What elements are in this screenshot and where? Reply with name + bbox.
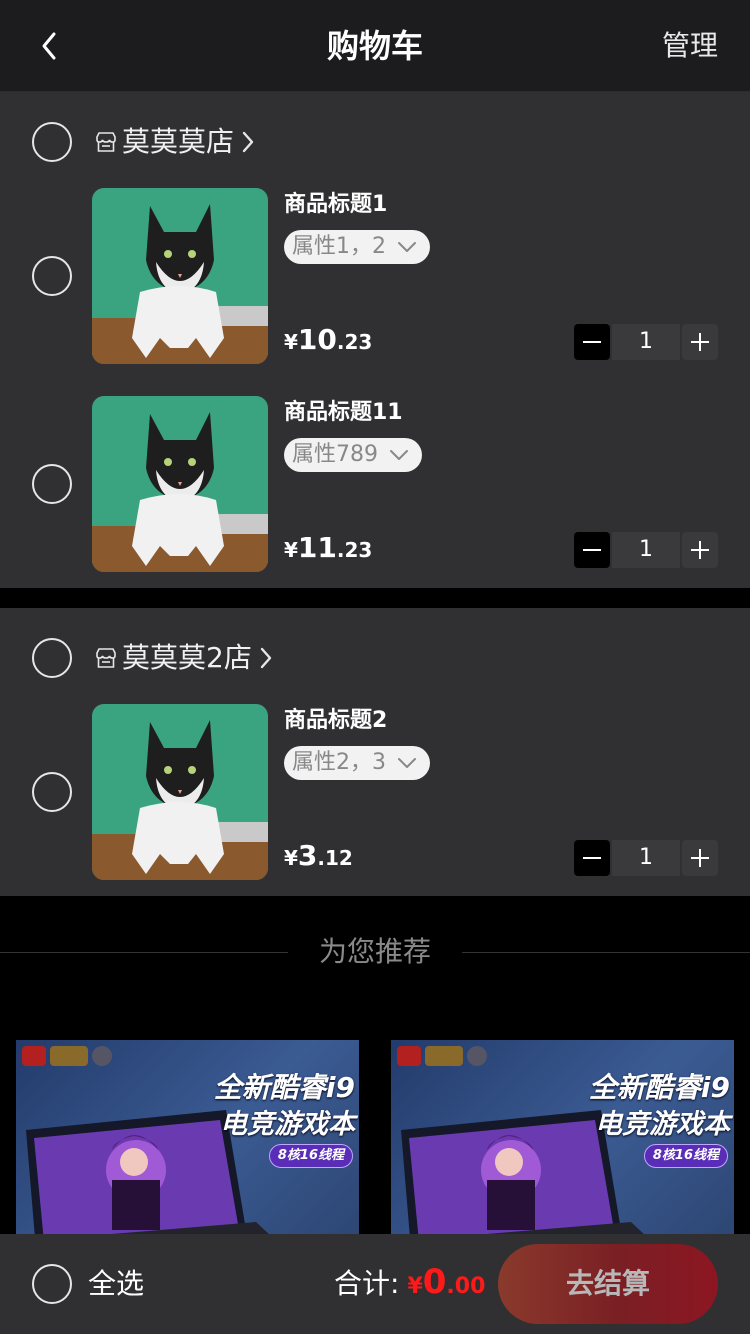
total-price: 合计: ¥ 0 .00: [334, 1262, 485, 1302]
quantity-stepper: 1: [574, 532, 718, 568]
shop-select-radio[interactable]: [32, 122, 72, 162]
quantity-stepper: 1: [574, 840, 718, 876]
product-title[interactable]: 商品标题2: [284, 706, 387, 736]
game-logo-icon: [50, 1046, 88, 1066]
game-logo-icon: [92, 1046, 112, 1066]
recommend-heading-text: 为您推荐: [288, 935, 461, 968]
page-title: 购物车: [326, 27, 423, 65]
product-price: ¥11.23: [284, 528, 372, 572]
select-all-radio[interactable]: [32, 1264, 72, 1304]
shop-header: 莫莫莫店: [0, 92, 750, 188]
total-label: 合计:: [334, 1267, 400, 1300]
increase-button[interactable]: [682, 324, 718, 360]
recommend-card[interactable]: 全新酷睿i9 电竞游戏本 8核16线程: [16, 1040, 359, 1240]
product-image[interactable]: [92, 396, 268, 572]
chevron-right-icon: [260, 647, 272, 669]
app-header: 购物车 管理: [0, 0, 750, 92]
quantity-value[interactable]: 1: [612, 324, 680, 360]
decrease-button[interactable]: [574, 840, 610, 876]
cart-item: 商品标题1 属性1，2 ¥10.23 1: [0, 188, 750, 396]
chevron-down-icon: [390, 450, 408, 460]
shop-link[interactable]: 莫莫莫店: [94, 122, 256, 162]
total-decimal: .00: [446, 1274, 486, 1299]
minus-icon: [583, 857, 601, 859]
ad-headline: 全新酷睿i9: [213, 1071, 355, 1104]
shop-header: 莫莫莫2店: [0, 608, 750, 704]
price-integer: 11: [297, 531, 337, 564]
item-select-radio[interactable]: [32, 256, 72, 296]
checkout-bar: 全选 合计: ¥ 0 .00 去结算: [0, 1234, 750, 1334]
select-all-label[interactable]: 全选: [88, 1264, 144, 1304]
total-integer: 0: [422, 1262, 447, 1302]
ad-logos: [22, 1046, 116, 1066]
total-currency: ¥: [407, 1274, 423, 1299]
attribute-text: 属性1，2: [292, 234, 386, 259]
manage-button[interactable]: 管理: [662, 26, 718, 66]
minus-icon: [583, 341, 601, 343]
game-logo-icon: [22, 1046, 46, 1066]
decrease-button[interactable]: [574, 324, 610, 360]
shop-card: 莫莫莫2店 商品标题2 属性2，3 ¥3.12 1: [0, 608, 750, 896]
product-image[interactable]: [92, 704, 268, 880]
item-select-radio[interactable]: [32, 772, 72, 812]
recommend-card[interactable]: 全新酷睿i9 电竞游戏本 8核16线程: [391, 1040, 734, 1240]
product-title[interactable]: 商品标题11: [284, 398, 403, 428]
decrease-button[interactable]: [574, 532, 610, 568]
cart-page: 购物车 管理 莫莫莫店 商品标题1 属性1，2 ¥10.23 1 商品标题11 …: [0, 0, 750, 1334]
ad-badge: 8核16线程: [643, 1144, 728, 1168]
item-select-radio[interactable]: [32, 464, 72, 504]
price-decimal: .12: [317, 846, 353, 870]
shop-link[interactable]: 莫莫莫2店: [94, 638, 274, 678]
price-integer: 10: [297, 323, 337, 356]
cart-item: 商品标题2 属性2，3 ¥3.12 1: [0, 704, 750, 912]
game-logo-icon: [467, 1046, 487, 1066]
product-image[interactable]: [92, 188, 268, 364]
quantity-value[interactable]: 1: [612, 532, 680, 568]
quantity-value[interactable]: 1: [612, 840, 680, 876]
game-logo-icon: [425, 1046, 463, 1066]
currency-symbol: ¥: [284, 538, 298, 562]
ad-badge: 8核16线程: [268, 1144, 353, 1168]
checkout-button[interactable]: 去结算: [498, 1244, 718, 1324]
chevron-down-icon: [398, 242, 416, 252]
store-icon: [96, 648, 116, 668]
game-logo-icon: [397, 1046, 421, 1066]
ad-subheadline: 电竞游戏本: [220, 1109, 355, 1140]
shop-card: 莫莫莫店 商品标题1 属性1，2 ¥10.23 1 商品标题11 属性789 ¥…: [0, 92, 750, 588]
shop-name: 莫莫莫店: [122, 125, 235, 158]
price-decimal: .23: [336, 538, 373, 562]
attribute-text: 属性2，3: [292, 750, 386, 775]
shop-name: 莫莫莫2店: [122, 641, 252, 674]
chevron-right-icon: [242, 131, 254, 153]
attribute-selector[interactable]: 属性2，3: [284, 746, 430, 780]
recommend-divider: 为您推荐: [0, 930, 750, 974]
price-decimal: .23: [336, 330, 373, 354]
product-title[interactable]: 商品标题1: [284, 190, 387, 220]
quantity-stepper: 1: [574, 324, 718, 360]
attribute-text: 属性789: [292, 442, 378, 467]
increase-button[interactable]: [682, 532, 718, 568]
price-integer: 3: [297, 839, 318, 872]
ad-headline: 全新酷睿i9: [588, 1071, 730, 1104]
plus-icon-vertical: [699, 849, 701, 867]
currency-symbol: ¥: [284, 330, 298, 354]
ad-subheadline: 电竞游戏本: [595, 1109, 730, 1140]
product-price: ¥3.12: [284, 836, 353, 880]
ad-logos: [397, 1046, 491, 1066]
minus-icon: [583, 549, 601, 551]
attribute-selector[interactable]: 属性789: [284, 438, 422, 472]
shop-select-radio[interactable]: [32, 638, 72, 678]
currency-symbol: ¥: [284, 846, 298, 870]
product-price: ¥10.23: [284, 320, 372, 364]
plus-icon-vertical: [699, 541, 701, 559]
attribute-selector[interactable]: 属性1，2: [284, 230, 430, 264]
plus-icon-vertical: [699, 333, 701, 351]
recommend-heading: 为您推荐: [0, 930, 750, 974]
chevron-down-icon: [398, 758, 416, 768]
store-icon: [96, 132, 116, 152]
increase-button[interactable]: [682, 840, 718, 876]
cart-item: 商品标题11 属性789 ¥11.23 1: [0, 396, 750, 604]
